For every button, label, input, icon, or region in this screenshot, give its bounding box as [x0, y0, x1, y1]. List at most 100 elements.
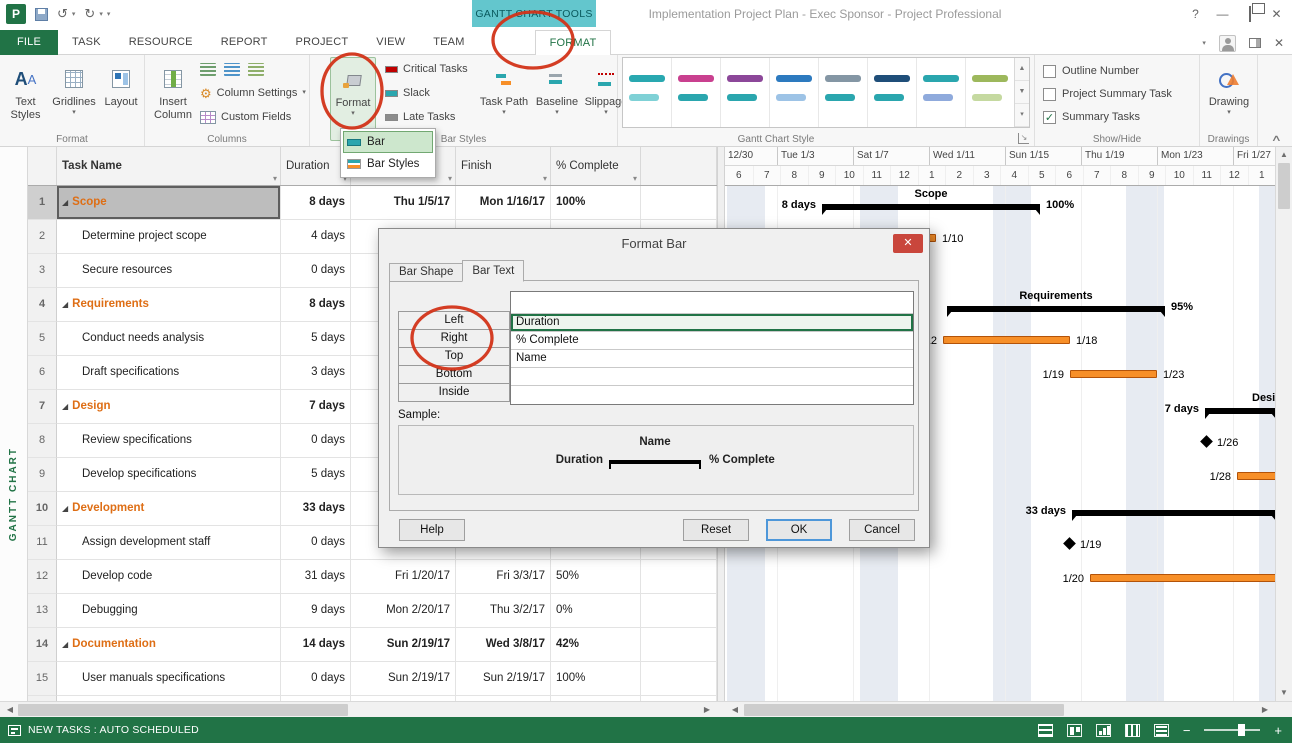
pct-complete-cell[interactable]: 50%: [551, 560, 641, 594]
expand-icon[interactable]: ◢: [62, 198, 68, 207]
bar-text-field-header[interactable]: [511, 292, 913, 314]
dialog-tab-bar-text[interactable]: Bar Text: [462, 260, 524, 282]
duration-cell[interactable]: 5 days: [281, 458, 351, 492]
zoom-out-icon[interactable]: −: [1183, 723, 1191, 738]
app-logo-icon[interactable]: P: [6, 4, 26, 24]
position-label-top[interactable]: Top: [398, 347, 510, 366]
row-id-cell[interactable]: 15: [28, 662, 57, 696]
finish-cell[interactable]: Fri 3/3/17: [456, 560, 551, 594]
dialog-close-button[interactable]: ✕: [893, 234, 923, 253]
start-cell[interactable]: Mon 2/20/17: [351, 594, 456, 628]
tab-team[interactable]: TEAM: [419, 30, 478, 55]
reset-button[interactable]: Reset: [683, 519, 749, 541]
gantt-style-option-3[interactable]: [721, 58, 770, 127]
row-id-cell[interactable]: 12: [28, 560, 57, 594]
insert-column-button[interactable]: Insert Column: [150, 57, 196, 141]
row-id-cell[interactable]: 14: [28, 628, 57, 662]
tab-report[interactable]: REPORT: [207, 30, 282, 55]
finish-cell[interactable]: Mon 1/16/17: [456, 186, 551, 220]
task-bar-row-6[interactable]: [1070, 370, 1157, 378]
task-name-cell[interactable]: Conduct needs analysis: [57, 322, 281, 356]
summary-bar-row-1[interactable]: [822, 204, 1040, 210]
gantt-style-option-2[interactable]: [672, 58, 721, 127]
task-mode-status[interactable]: NEW TASKS : AUTO SCHEDULED: [8, 724, 199, 736]
help-button[interactable]: ?: [1182, 0, 1209, 28]
gallery-more-icon[interactable]: ▾: [1015, 104, 1029, 127]
start-cell[interactable]: Sun 2/19/17: [351, 628, 456, 662]
align-left-icon[interactable]: [200, 63, 216, 76]
header-id[interactable]: [28, 147, 57, 185]
vertical-scrollbar[interactable]: ▲ ▼: [1275, 147, 1292, 701]
baseline-button[interactable]: Baseline ▾: [534, 57, 580, 141]
close-button[interactable]: ✕: [1263, 0, 1290, 28]
tab-file[interactable]: FILE: [0, 30, 58, 55]
checkbox-project-summary-task[interactable]: Project Summary Task: [1043, 84, 1172, 104]
row-id-cell[interactable]: 6: [28, 356, 57, 390]
task-name-cell[interactable]: ◢Design: [57, 390, 281, 424]
start-cell[interactable]: Sun 2/19/17: [351, 662, 456, 696]
text-styles-button[interactable]: AA Text Styles: [2, 57, 49, 141]
filter-arrow-icon[interactable]: ▾: [448, 174, 452, 183]
row-id-cell[interactable]: 8: [28, 424, 57, 458]
filter-arrow-icon[interactable]: ▾: [543, 174, 547, 183]
checkbox-outline-number[interactable]: Outline Number: [1043, 61, 1172, 81]
zoom-in-icon[interactable]: +: [1274, 723, 1282, 738]
filter-arrow-icon[interactable]: ▾: [633, 174, 637, 183]
row-id-cell[interactable]: 3: [28, 254, 57, 288]
filter-arrow-icon[interactable]: ▾: [273, 174, 277, 183]
task-bar-row-5[interactable]: [943, 336, 1070, 344]
view-report-icon[interactable]: [1154, 724, 1169, 737]
summary-bar-row-10[interactable]: [1072, 510, 1275, 516]
view-resource-sheet-icon[interactable]: [1125, 724, 1140, 737]
view-team-planner-icon[interactable]: [1096, 724, 1111, 737]
gantt-style-option-6[interactable]: [868, 58, 917, 127]
task-name-cell[interactable]: ◢Documentation: [57, 628, 281, 662]
expand-icon[interactable]: ◢: [62, 504, 68, 513]
header-finish[interactable]: Finish▾: [456, 147, 551, 185]
pct-complete-cell[interactable]: 100%: [551, 662, 641, 696]
duration-cell[interactable]: 0 days: [281, 254, 351, 288]
cancel-button[interactable]: Cancel: [849, 519, 915, 541]
duration-cell[interactable]: 31 days: [281, 560, 351, 594]
task-name-cell[interactable]: Develop code: [57, 560, 281, 594]
ribbon-options-dropdown-icon[interactable]: ▾: [1202, 39, 1206, 47]
tab-project[interactable]: PROJECT: [282, 30, 363, 55]
save-icon[interactable]: [35, 8, 48, 21]
task-name-cell[interactable]: Draft specifications: [57, 356, 281, 390]
custom-fields-button[interactable]: Custom Fields: [197, 107, 294, 127]
expand-icon[interactable]: ◢: [62, 402, 68, 411]
start-cell[interactable]: Thu 1/5/17: [351, 186, 456, 220]
vertical-scroll-thumb[interactable]: [1278, 163, 1290, 209]
chart-scroll-left-icon[interactable]: ◀: [727, 703, 743, 717]
milestone-icon-row-11[interactable]: [1063, 537, 1076, 550]
duration-cell[interactable]: 33 days: [281, 492, 351, 526]
table-scroll-right-icon[interactable]: ▶: [699, 703, 715, 717]
layout-button[interactable]: Layout: [99, 57, 143, 141]
gallery-scroll-up-icon[interactable]: ▲: [1015, 58, 1029, 81]
zoom-slider-thumb[interactable]: [1238, 724, 1245, 736]
row-id-cell[interactable]: 10: [28, 492, 57, 526]
milestone-icon-row-8[interactable]: [1200, 435, 1213, 448]
finish-cell[interactable]: Sun 2/19/17: [456, 662, 551, 696]
scroll-down-icon[interactable]: ▼: [1276, 686, 1292, 700]
finish-cell[interactable]: Wed 3/8/17: [456, 628, 551, 662]
finish-cell[interactable]: Thu 3/2/17: [456, 594, 551, 628]
task-path-button[interactable]: Task Path ▾: [476, 57, 532, 141]
qat-customize-icon[interactable]: ▾: [107, 10, 111, 18]
task-name-cell[interactable]: Debugging: [57, 594, 281, 628]
undo-dropdown-icon[interactable]: ▾: [72, 10, 76, 18]
pct-complete-cell[interactable]: 42%: [551, 628, 641, 662]
position-label-right[interactable]: Right: [398, 329, 510, 348]
tab-resource[interactable]: RESOURCE: [115, 30, 207, 55]
redo-dropdown-icon[interactable]: ▾: [99, 10, 103, 18]
duration-cell[interactable]: 5 days: [281, 322, 351, 356]
bar-text-field-top[interactable]: Name: [511, 350, 913, 368]
close-window-icon[interactable]: ✕: [1274, 36, 1284, 50]
gantt-style-option-5[interactable]: [819, 58, 868, 127]
zoom-slider[interactable]: [1204, 729, 1260, 731]
task-name-cell[interactable]: Develop specifications: [57, 458, 281, 492]
gantt-style-option-4[interactable]: [770, 58, 819, 127]
drawing-button[interactable]: Drawing ▾: [1204, 57, 1254, 141]
bar-text-field-right[interactable]: % Complete: [511, 332, 913, 350]
task-name-cell[interactable]: ◢Scope: [57, 186, 281, 220]
